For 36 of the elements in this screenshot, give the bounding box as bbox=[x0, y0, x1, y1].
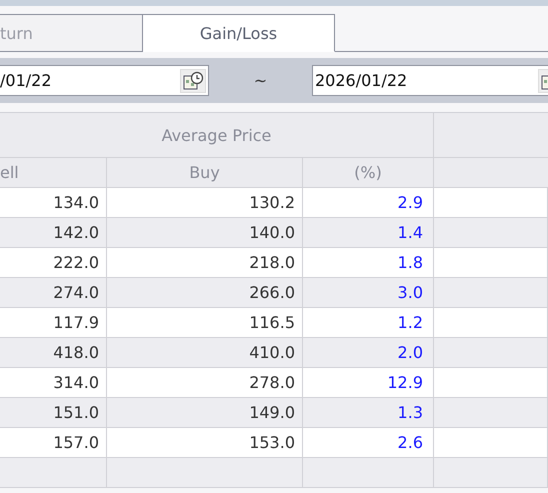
table-cell: 151.0 bbox=[0, 398, 107, 428]
table-cell: 418.0 bbox=[0, 338, 107, 368]
table-cell: 266.0 bbox=[107, 278, 303, 308]
table-cell: 140.0 bbox=[107, 218, 303, 248]
tab[interactable]: turn bbox=[0, 14, 143, 52]
column-group-header: Average Price bbox=[0, 113, 434, 158]
table-cell: 12.9 bbox=[303, 368, 434, 398]
table-cell: 149.0 bbox=[107, 398, 303, 428]
table-cell: 3.0 bbox=[303, 278, 434, 308]
table-cell: 130.2 bbox=[107, 188, 303, 218]
table-cell: 218.0 bbox=[107, 248, 303, 278]
date-field[interactable]: 2026/01/22 bbox=[312, 65, 548, 96]
tab[interactable]: Gain/Loss bbox=[143, 14, 335, 52]
column-header[interactable]: (%) bbox=[303, 158, 434, 188]
table-cell: 1.2 bbox=[303, 308, 434, 338]
date-field[interactable]: /01/22 bbox=[0, 65, 209, 96]
table-cell: 1.4 bbox=[303, 218, 434, 248]
range-separator: ~ bbox=[252, 71, 268, 90]
table-cell: 1.8 bbox=[303, 248, 434, 278]
table-cell: 314.0 bbox=[0, 368, 107, 398]
table-cell: 153.0 bbox=[107, 428, 303, 458]
table-cell: 2.6 bbox=[303, 428, 434, 458]
table-cell: 117.9 bbox=[0, 308, 107, 338]
table-cell: 2.9 bbox=[303, 188, 434, 218]
column-header[interactable]: ell bbox=[0, 158, 107, 188]
table-cell: 222.0 bbox=[0, 248, 107, 278]
table-cell: 1.3 bbox=[303, 398, 434, 428]
table-cell: 157.0 bbox=[0, 428, 107, 458]
table-cell: 278.0 bbox=[107, 368, 303, 398]
table-cell: 142.0 bbox=[0, 218, 107, 248]
table-cell: 116.5 bbox=[107, 308, 303, 338]
table-cell: 410.0 bbox=[107, 338, 303, 368]
table-cell: 2.0 bbox=[303, 338, 434, 368]
table-cell: 274.0 bbox=[0, 278, 107, 308]
column-header[interactable]: Buy bbox=[107, 158, 303, 188]
table-cell: 134.0 bbox=[0, 188, 107, 218]
